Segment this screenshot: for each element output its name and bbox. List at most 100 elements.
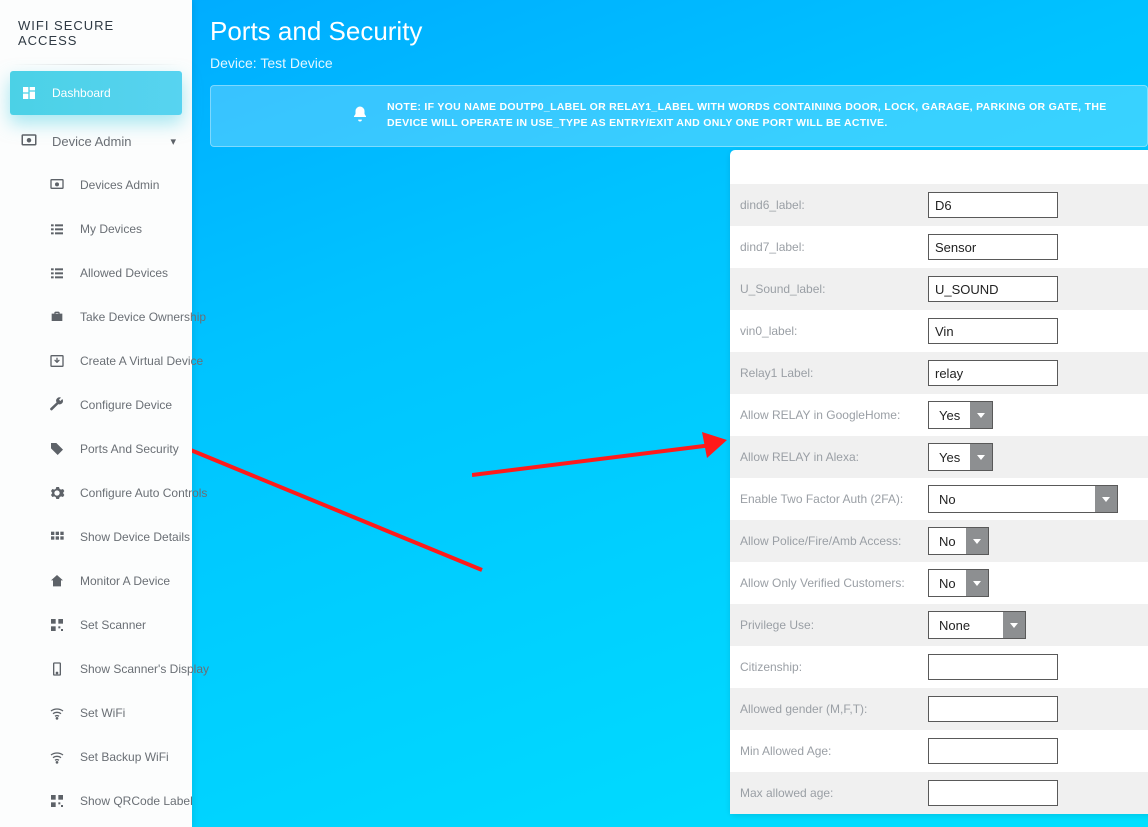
sidebar: WIFI SECURE ACCESS Dashboard Device Admi… <box>0 0 192 827</box>
field-control: No <box>928 485 1148 513</box>
sidebar-item-take-ownership[interactable]: Take Device Ownership <box>0 295 192 339</box>
field-control: None <box>928 611 1148 639</box>
dropdown[interactable]: No <box>928 569 989 597</box>
field-control: No <box>928 527 1148 555</box>
text-input[interactable] <box>928 276 1058 302</box>
page-title: Ports and Security <box>210 16 1148 47</box>
field-label: Enable Two Factor Auth (2FA): <box>740 492 928 506</box>
text-input[interactable] <box>928 360 1058 386</box>
field-label: Relay1 Label: <box>740 366 928 380</box>
field-label: vin0_label: <box>740 324 928 338</box>
chevron-down-icon[interactable] <box>970 444 992 470</box>
form-row: Allow Police/Fire/Amb Access:No <box>730 520 1148 562</box>
text-input[interactable] <box>928 192 1058 218</box>
sidebar-item-show-details[interactable]: Show Device Details <box>0 515 192 559</box>
sidebar-item-label: Devices Admin <box>80 178 159 192</box>
dropdown[interactable]: None <box>928 611 1026 639</box>
sidebar-item-label: Device Admin <box>52 134 131 149</box>
dropdown[interactable]: No <box>928 485 1118 513</box>
field-control <box>928 276 1148 302</box>
qrcode-icon <box>48 792 66 810</box>
sidebar-item-label: Take Device Ownership <box>80 310 206 324</box>
sidebar-item-allowed-devices[interactable]: Allowed Devices <box>0 251 192 295</box>
field-label: Min Allowed Age: <box>740 744 928 758</box>
sidebar-item-label: Show QRCode Label <box>80 794 193 808</box>
wifi-icon <box>48 748 66 766</box>
chevron-down-icon[interactable] <box>966 528 988 554</box>
text-input[interactable] <box>928 234 1058 260</box>
chevron-down-icon[interactable] <box>966 570 988 596</box>
sidebar-item-dashboard[interactable]: Dashboard <box>10 71 182 115</box>
text-input[interactable] <box>928 318 1058 344</box>
sidebar-item-label: Show Scanner's Display <box>80 662 209 676</box>
form-row: Max allowed age: <box>730 772 1148 814</box>
field-control <box>928 738 1148 764</box>
field-control <box>928 654 1148 680</box>
dropdown-value: Yes <box>929 402 970 428</box>
sidebar-item-ports-security[interactable]: Ports And Security <box>0 427 192 471</box>
sidebar-item-qrcode-label[interactable]: Show QRCode Label <box>0 779 192 823</box>
field-control <box>928 318 1148 344</box>
brand-title: WIFI SECURE ACCESS <box>0 10 192 64</box>
field-label: U_Sound_label: <box>740 282 928 296</box>
sidebar-item-set-scanner[interactable]: Set Scanner <box>0 603 192 647</box>
sidebar-item-configure-device[interactable]: Configure Device <box>0 383 192 427</box>
field-label: dind7_label: <box>740 240 928 254</box>
chevron-down-icon: ▾ <box>170 135 176 148</box>
text-input[interactable] <box>928 696 1058 722</box>
dropdown[interactable]: Yes <box>928 401 993 429</box>
dropdown-value: No <box>929 528 966 554</box>
sidebar-item-auto-controls[interactable]: Configure Auto Controls <box>0 471 192 515</box>
chevron-down-icon[interactable] <box>970 402 992 428</box>
sidebar-item-label: Ports And Security <box>80 442 179 456</box>
alert-note: NOTE: IF YOU NAME DOUTP0_LABEL OR RELAY1… <box>210 85 1148 147</box>
list-icon <box>48 220 66 238</box>
gear-icon <box>48 484 66 502</box>
chevron-down-icon[interactable] <box>1003 612 1025 638</box>
form-row: Min Allowed Age: <box>730 730 1148 772</box>
divider <box>11 64 181 65</box>
sidebar-item-monitor[interactable]: Monitor A Device <box>0 559 192 603</box>
dropdown[interactable]: No <box>928 527 989 555</box>
form-row: Enable Two Factor Auth (2FA):No <box>730 478 1148 520</box>
field-control: No <box>928 569 1148 597</box>
field-label: Allow Only Verified Customers: <box>740 576 928 590</box>
briefcase-icon <box>48 308 66 326</box>
dropdown-value: None <box>929 612 1003 638</box>
sidebar-item-set-wifi[interactable]: Set WiFi <box>0 691 192 735</box>
form-row: dind7_label: <box>730 226 1148 268</box>
dropdown-value: Yes <box>929 444 970 470</box>
dropdown[interactable]: Yes <box>928 443 993 471</box>
main-content: Ports and Security Device: Test Device N… <box>192 0 1148 827</box>
form-row: Privilege Use:None <box>730 604 1148 646</box>
form-row: Citizenship: <box>730 646 1148 688</box>
alert-text: NOTE: IF YOU NAME DOUTP0_LABEL OR RELAY1… <box>387 100 1123 132</box>
sidebar-item-device-admin[interactable]: Device Admin ▾ <box>0 119 192 163</box>
field-label: Citizenship: <box>740 660 928 674</box>
bell-icon <box>351 105 369 126</box>
download-icon <box>48 352 66 370</box>
form-row: Allow RELAY in GoogleHome:Yes <box>730 394 1148 436</box>
dropdown-value: No <box>929 486 1095 512</box>
sidebar-item-scanner-display[interactable]: Show Scanner's Display <box>0 647 192 691</box>
settings-card: dind6_label:dind7_label:U_Sound_label:vi… <box>730 150 1148 814</box>
sidebar-item-label: Set Scanner <box>80 618 146 632</box>
qrcode-icon <box>48 616 66 634</box>
dropdown-value: No <box>929 570 966 596</box>
text-input[interactable] <box>928 780 1058 806</box>
field-label: Privilege Use: <box>740 618 928 632</box>
field-control <box>928 360 1148 386</box>
wifi-icon <box>48 704 66 722</box>
list-icon <box>48 264 66 282</box>
sidebar-item-create-virtual[interactable]: Create A Virtual Device <box>0 339 192 383</box>
sidebar-item-my-devices[interactable]: My Devices <box>0 207 192 251</box>
text-input[interactable] <box>928 654 1058 680</box>
form-row: Allow Only Verified Customers:No <box>730 562 1148 604</box>
sidebar-item-devices-admin[interactable]: Devices Admin <box>0 163 192 207</box>
sidebar-item-backup-wifi[interactable]: Set Backup WiFi <box>0 735 192 779</box>
text-input[interactable] <box>928 738 1058 764</box>
field-control <box>928 780 1148 806</box>
field-control <box>928 696 1148 722</box>
sidebar-item-label: Configure Device <box>80 398 172 412</box>
chevron-down-icon[interactable] <box>1095 486 1117 512</box>
